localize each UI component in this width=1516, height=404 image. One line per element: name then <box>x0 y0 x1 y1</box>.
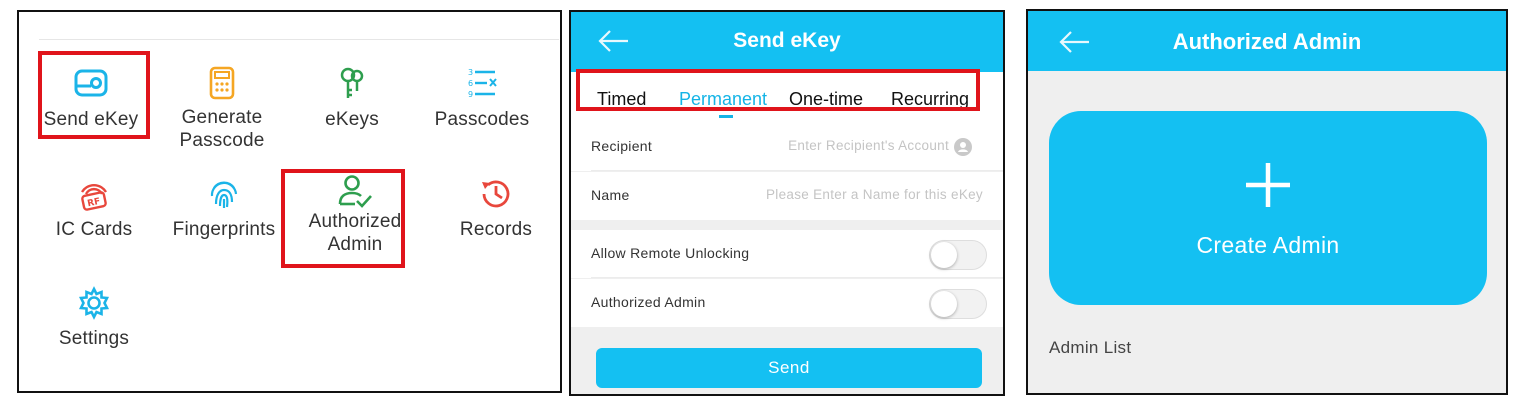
gear-icon <box>78 286 110 320</box>
send-ekey-icon <box>74 69 108 97</box>
create-admin-button[interactable]: Create Admin <box>1049 111 1487 305</box>
toggle-knob <box>931 242 957 268</box>
remote-unlock-label: Allow Remote Unlocking <box>591 245 750 261</box>
lock-menu-panel: Send eKey Generate Passcode eKeys 3 6 9 … <box>17 10 562 393</box>
menu-item-passcodes[interactable]: 3 6 9 Passcodes <box>417 64 547 131</box>
tab-one-time[interactable]: One-time <box>789 89 863 110</box>
name-row: Name Please Enter a Name for this eKey <box>571 172 1003 220</box>
contact-icon[interactable] <box>953 137 973 157</box>
user-check-icon <box>338 175 372 208</box>
ekey-type-tabs: Timed Permanent One-time Recurring <box>571 72 1003 124</box>
send-ekey-panel: Send eKey Timed Permanent One-time Recur… <box>569 10 1005 396</box>
menu-grid: Send eKey Generate Passcode eKeys 3 6 9 … <box>26 12 560 391</box>
title-bar: Send eKey <box>571 12 1003 72</box>
page-title: Authorized Admin <box>1172 29 1362 54</box>
menu-item-label: Settings <box>58 328 130 349</box>
svg-text:3: 3 <box>468 68 473 77</box>
menu-item-ekeys[interactable]: eKeys <box>287 64 417 131</box>
authorized-admin-row: Authorized Admin <box>571 279 1003 327</box>
menu-item-ic-cards[interactable]: RF IC Cards <box>29 174 159 241</box>
tab-recurring[interactable]: Recurring <box>891 89 969 110</box>
title-bar: Authorized Admin <box>1028 11 1506 71</box>
menu-item-label: Fingerprints <box>172 219 276 240</box>
name-label: Name <box>591 187 630 203</box>
menu-item-label: Send eKey <box>43 109 139 130</box>
fingerprint-icon <box>210 181 238 208</box>
menu-item-label: eKeys <box>325 109 379 130</box>
menu-item-authorized-admin[interactable]: Authorized Admin <box>290 172 420 256</box>
menu-item-label: IC Cards <box>55 219 133 240</box>
page-title: Send eKey <box>733 29 841 52</box>
menu-item-fingerprints[interactable]: Fingerprints <box>159 174 289 241</box>
svg-text:9: 9 <box>468 90 473 99</box>
toggle-knob <box>931 291 957 317</box>
menu-item-records[interactable]: Records <box>431 174 560 241</box>
tab-permanent[interactable]: Permanent <box>679 89 767 110</box>
menu-item-send-ekey[interactable]: Send eKey <box>26 64 156 131</box>
rf-card-icon: RF <box>80 184 108 211</box>
divider <box>591 170 1003 171</box>
authorized-admin-panel: Authorized Admin Create Admin Admin List <box>1026 9 1508 395</box>
remote-unlock-row: Allow Remote Unlocking <box>571 230 1003 278</box>
plus-icon <box>1246 163 1290 207</box>
recipient-row: Recipient Enter Recipient's Account <box>571 123 1003 171</box>
divider <box>591 277 1003 278</box>
send-button[interactable]: Send <box>596 348 982 388</box>
menu-item-label: Generate Passcode <box>179 107 265 151</box>
menu-item-label: Records <box>459 219 533 240</box>
recipient-label: Recipient <box>591 138 653 154</box>
divider <box>39 39 559 40</box>
menu-item-generate-passcode[interactable]: Generate Passcode <box>157 64 287 152</box>
authorized-admin-label: Authorized Admin <box>591 294 706 310</box>
svg-text:6: 6 <box>468 79 473 88</box>
menu-item-settings[interactable]: Settings <box>29 283 159 350</box>
keys-icon <box>340 67 364 98</box>
recipient-input[interactable]: Enter Recipient's Account <box>788 138 949 153</box>
authorized-admin-toggle[interactable] <box>929 289 987 319</box>
admin-list-heading: Admin List <box>1049 338 1132 357</box>
active-tab-indicator <box>719 115 733 118</box>
create-admin-label: Create Admin <box>1196 232 1340 258</box>
name-input[interactable]: Please Enter a Name for this eKey <box>766 187 983 202</box>
calculator-icon <box>209 66 235 100</box>
tab-timed[interactable]: Timed <box>597 89 646 110</box>
menu-item-label: Authorized Admin <box>308 211 402 255</box>
remote-unlock-toggle[interactable] <box>929 240 987 270</box>
history-clock-icon <box>482 180 510 208</box>
passcode-list-icon: 3 6 9 <box>468 68 497 99</box>
menu-item-label: Passcodes <box>434 109 530 130</box>
